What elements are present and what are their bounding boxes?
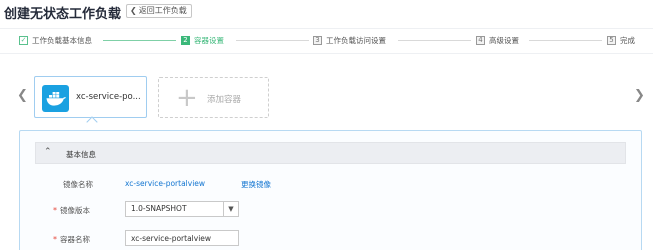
step-number: 3 — [313, 36, 322, 45]
docker-whale-icon — [42, 85, 69, 112]
card-pointer — [86, 116, 98, 128]
container-name: xc-service-po... — [76, 92, 141, 102]
chevron-up-icon: ⌃ — [44, 147, 52, 157]
image-version-label-wrap: * 镜像版本 — [53, 205, 90, 216]
image-version-value: 1.0-SNAPSHOT — [131, 204, 187, 213]
required-marker: * — [53, 235, 57, 244]
step-label: 工作负载基本信息 — [32, 36, 92, 45]
container-name-label-wrap: * 容器名称 — [53, 234, 90, 245]
change-image-link[interactable]: 更换镜像 — [241, 179, 271, 190]
add-container-label: 添加容器 — [207, 95, 242, 105]
back-button-label: 返回工作负载 — [138, 6, 187, 15]
plus-icon: + — [176, 83, 198, 113]
step-access-settings[interactable]: 3 工作负载访问设置 — [313, 35, 386, 46]
step-container-settings[interactable]: 2 容器设置 — [181, 35, 224, 46]
container-name-input[interactable] — [125, 230, 239, 246]
back-to-workloads-button[interactable]: ❮ 返回工作负载 — [126, 4, 192, 18]
section-title: 基本信息 — [66, 150, 96, 159]
add-container-button[interactable]: + 添加容器 — [158, 77, 269, 118]
basic-info-section-header[interactable]: ⌃ 基本信息 — [35, 142, 626, 164]
container-name-label: 容器名称 — [60, 235, 90, 244]
image-name-label: 镜像名称 — [63, 180, 93, 189]
step-connector — [236, 40, 309, 41]
step-number: 2 — [181, 36, 190, 45]
chevron-right-icon[interactable]: ❯ — [634, 88, 645, 103]
chevron-left-icon[interactable]: ❮ — [17, 88, 28, 103]
step-basic-info[interactable]: ✓ 工作负载基本信息 — [19, 35, 92, 46]
container-card[interactable]: xc-service-po... — [34, 76, 147, 118]
step-connector — [103, 40, 176, 41]
page-title: 创建无状态工作负载 — [4, 7, 122, 22]
step-connector — [529, 40, 602, 41]
step-finish[interactable]: 5 完成 — [607, 35, 635, 46]
step-label: 工作负载访问设置 — [326, 36, 386, 45]
image-version-label: 镜像版本 — [60, 206, 90, 215]
step-advanced-settings[interactable]: 4 高级设置 — [476, 35, 519, 46]
step-label: 高级设置 — [489, 36, 519, 45]
step-label: 完成 — [620, 36, 635, 45]
image-name-value[interactable]: xc-service-portalview — [125, 179, 205, 188]
step-label: 容器设置 — [194, 36, 224, 45]
image-version-select[interactable]: 1.0-SNAPSHOT ▼ — [125, 201, 239, 217]
chevron-down-icon[interactable]: ▼ — [223, 202, 238, 216]
step-connector — [398, 40, 471, 41]
chevron-left-icon: ❮ — [130, 6, 137, 15]
step-number: 5 — [607, 36, 616, 45]
required-marker: * — [53, 206, 57, 215]
step-number: 4 — [476, 36, 485, 45]
check-icon: ✓ — [19, 36, 28, 45]
